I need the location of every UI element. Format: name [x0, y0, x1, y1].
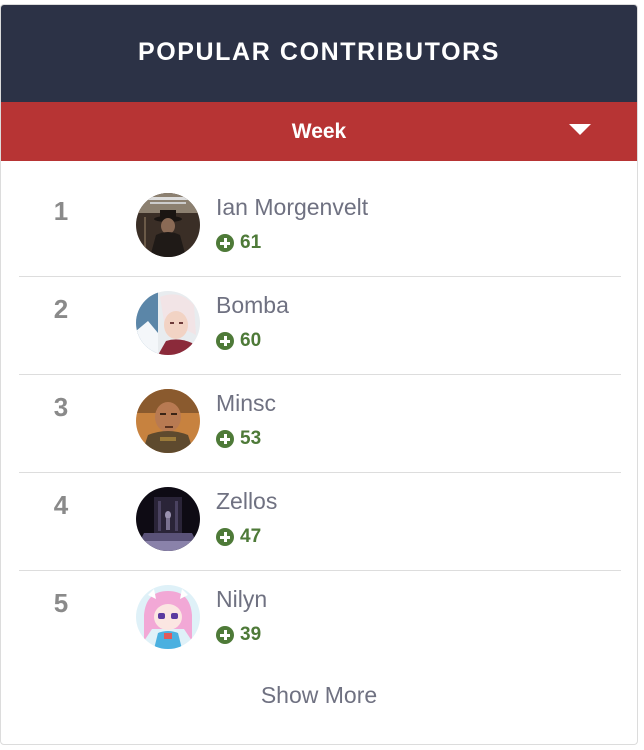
- reputation-value: 39: [240, 624, 262, 645]
- chevron-down-icon[interactable]: [569, 124, 591, 135]
- reputation-value: 53: [240, 428, 262, 449]
- widget-header: POPULAR CONTRIBUTORS: [1, 5, 637, 102]
- contributor-row: 5 Nilyn 39: [19, 571, 621, 669]
- plus-circle-icon: [216, 234, 234, 252]
- plus-circle-icon: [216, 626, 234, 644]
- popular-contributors-widget: POPULAR CONTRIBUTORS Week 1 Ian Morgenve…: [0, 4, 638, 745]
- avatar[interactable]: [136, 193, 200, 257]
- avatar[interactable]: [136, 487, 200, 551]
- reputation-score: 53: [216, 428, 261, 450]
- avatar[interactable]: [136, 291, 200, 355]
- rank-number: 3: [53, 392, 69, 422]
- contributor-row: 2 Bomba 60: [19, 277, 621, 375]
- contributor-row: 4 Zellos 47: [19, 473, 621, 571]
- reputation-score: 47: [216, 526, 261, 548]
- contributor-name[interactable]: Ian Morgenvelt: [216, 194, 368, 221]
- reputation-score: 60: [216, 330, 261, 352]
- rank-number: 1: [53, 196, 69, 226]
- widget-title: POPULAR CONTRIBUTORS: [137, 38, 501, 66]
- contributor-name[interactable]: Bomba: [216, 292, 289, 319]
- reputation-score: 39: [216, 624, 261, 646]
- reputation-value: 47: [240, 526, 262, 547]
- avatar[interactable]: [136, 389, 200, 453]
- contributor-row: 1 Ian Morgenvelt 61: [19, 179, 621, 277]
- rank-number: 4: [53, 490, 69, 520]
- reputation-value: 61: [240, 232, 262, 253]
- period-selector[interactable]: Week: [1, 102, 637, 161]
- plus-circle-icon: [216, 332, 234, 350]
- contributor-row: 3 Minsc 53: [19, 375, 621, 473]
- plus-circle-icon: [216, 528, 234, 546]
- avatar[interactable]: [136, 585, 200, 649]
- contributor-name[interactable]: Zellos: [216, 488, 277, 515]
- contributor-name[interactable]: Minsc: [216, 390, 276, 417]
- reputation-score: 61: [216, 232, 261, 254]
- show-more-link[interactable]: Show More: [1, 682, 637, 709]
- rank-number: 2: [53, 294, 69, 324]
- contributor-name[interactable]: Nilyn: [216, 586, 267, 613]
- contributor-list: 1 Ian Morgenvelt 61 2 Bomba 60 3 Minsc 5…: [19, 179, 621, 669]
- rank-number: 5: [53, 588, 69, 618]
- plus-circle-icon: [216, 430, 234, 448]
- period-selected-label: Week: [291, 119, 347, 143]
- reputation-value: 60: [240, 330, 262, 351]
